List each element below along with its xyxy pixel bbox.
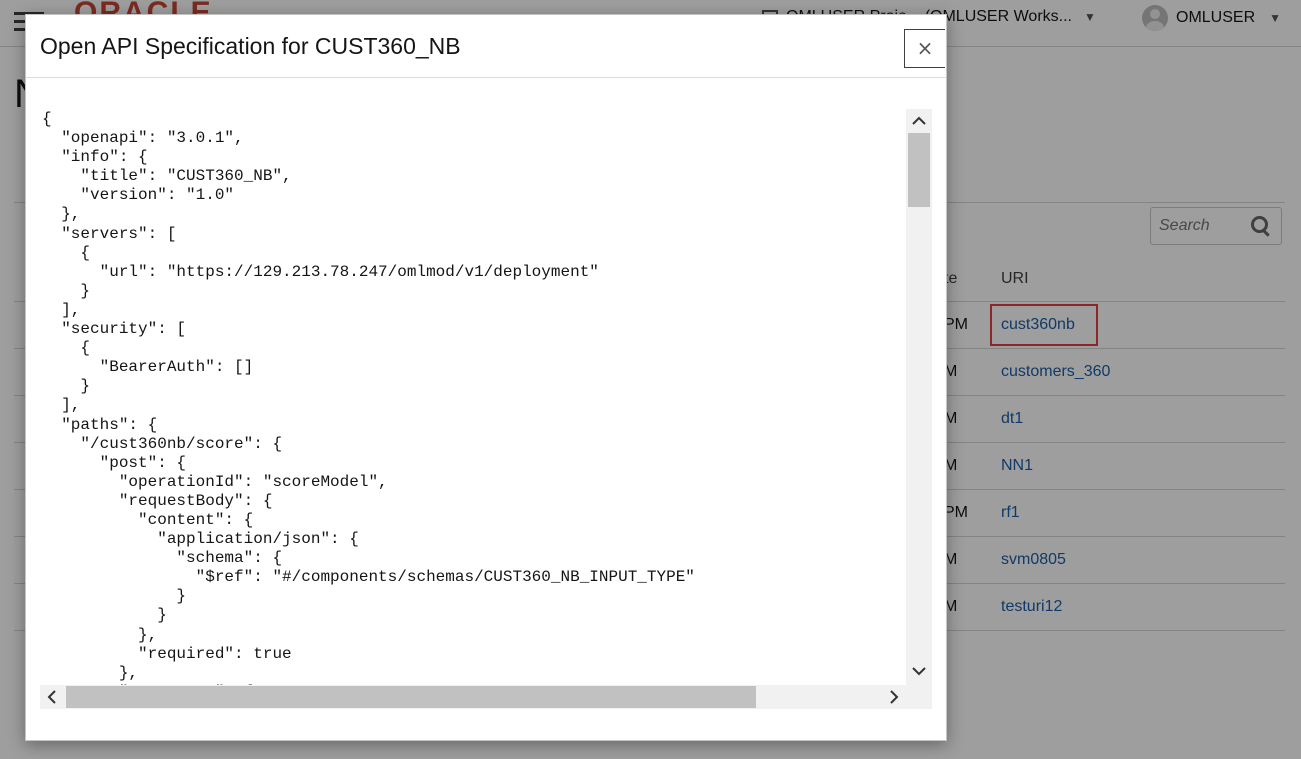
horizontal-scrollbar[interactable] [40, 685, 906, 709]
close-icon: × [916, 36, 934, 60]
close-button[interactable]: × [904, 29, 945, 68]
scrollbar-corner [906, 685, 932, 709]
openapi-spec-dialog: Open API Specification for CUST360_NB × … [25, 14, 947, 741]
vertical-scrollbar[interactable] [906, 109, 932, 685]
scroll-up-icon[interactable] [906, 109, 932, 133]
horizontal-scroll-thumb[interactable] [66, 686, 756, 708]
scroll-left-icon[interactable] [40, 685, 64, 709]
dialog-title: Open API Specification for CUST360_NB [40, 33, 461, 59]
openapi-json-text: { "openapi": "3.0.1", "info": { "title":… [42, 110, 695, 685]
code-scroll-area[interactable]: { "openapi": "3.0.1", "info": { "title":… [40, 109, 906, 685]
dialog-header: Open API Specification for CUST360_NB × [26, 15, 946, 78]
vertical-scroll-thumb[interactable] [908, 133, 930, 207]
scroll-down-icon[interactable] [906, 659, 932, 683]
scroll-right-icon[interactable] [882, 685, 906, 709]
code-viewer: { "openapi": "3.0.1", "info": { "title":… [40, 109, 932, 709]
